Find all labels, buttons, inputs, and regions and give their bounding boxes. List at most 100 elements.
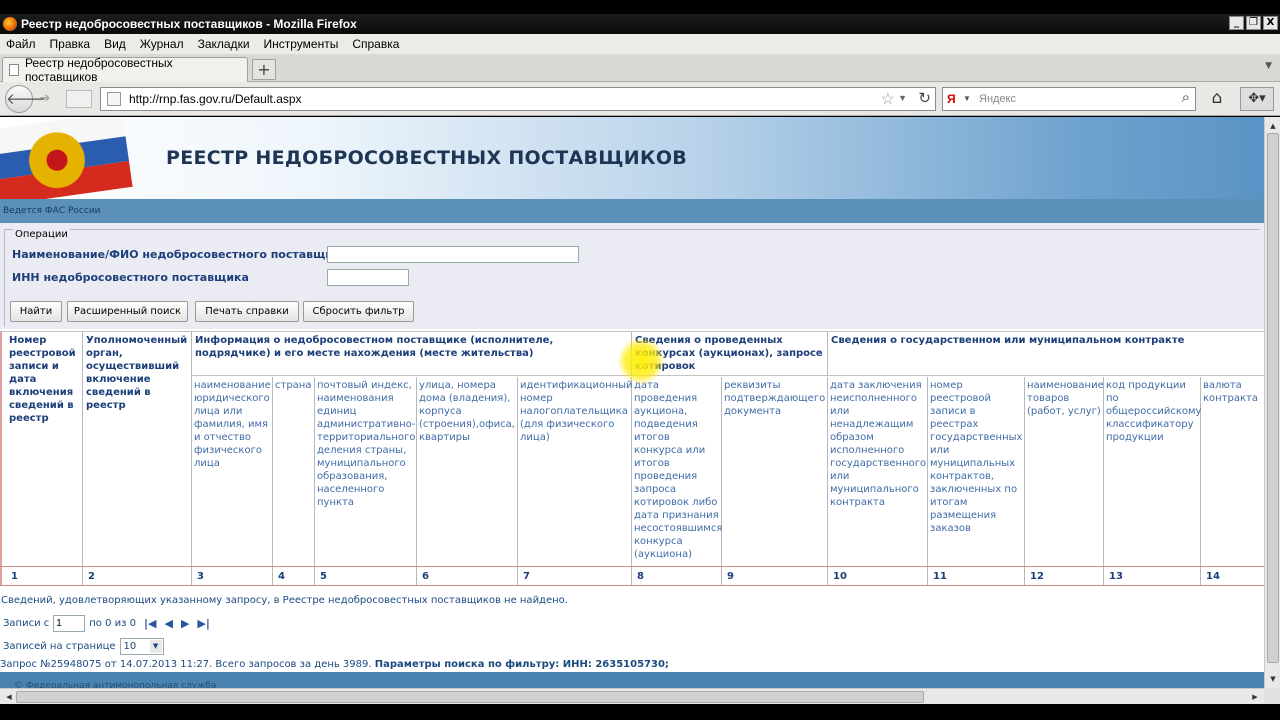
bookmark-star-icon[interactable]: ☆ [881, 89, 895, 109]
minimize-button[interactable]: _ [1229, 16, 1244, 30]
filter-params: Параметры поиска по фильтру: ИНН: 263510… [374, 659, 669, 670]
records-per-page: Записей на странице 10 ▼ [3, 637, 164, 655]
prev-page-icon[interactable]: ◀ [164, 617, 172, 630]
menu-file[interactable]: Файл [6, 37, 36, 51]
search-icon[interactable]: ⌕ [1182, 89, 1190, 106]
tab-active[interactable]: Реестр недобросовестных поставщиков [2, 56, 248, 84]
url-text: http://rnp.fas.gov.ru/Default.aspx [129, 92, 302, 106]
no-results-message: Сведений, удовлетворяющих указанному зап… [1, 595, 568, 606]
col-number: 9 [722, 567, 828, 585]
search-bar[interactable]: Я ▼ Яндекс ⌕ [942, 87, 1196, 111]
screen-bottom-edge [0, 704, 1280, 720]
records-range: по 0 из 0 [89, 617, 136, 629]
last-page-icon[interactable]: ▶| [197, 617, 209, 630]
tab-bar: Реестр недобросовестных поставщиков + ▼ [0, 54, 1280, 84]
col-header-document-details: реквизиты подтверждающего документа [722, 377, 828, 566]
col-header-legal-name: наименование юридического лица или фамил… [192, 377, 273, 566]
col-header-inn: идентификационный номер налогоплательщик… [518, 377, 633, 566]
registry-table: Номер реестровой записи и дата включения… [0, 331, 1264, 587]
vertical-scroll-thumb[interactable] [1267, 133, 1279, 663]
page-viewport: РЕЕСТР НЕДОБРОСОВЕСТНЫХ ПОСТАВЩИКОВ Веде… [0, 117, 1264, 688]
url-bar[interactable]: http://rnp.fas.gov.ru/Default.aspx ☆ ▼ ↻ [100, 87, 936, 111]
per-page-value: 10 [123, 640, 137, 652]
col-group-auction: Сведения о проведенных конкурсах (аукцио… [632, 331, 828, 376]
maximize-button[interactable]: ❐ [1246, 16, 1261, 30]
addon-menu-icon[interactable]: ✥▾ [1240, 87, 1274, 111]
back-button[interactable]: 🡐 [5, 85, 46, 113]
coat-of-arms-icon [28, 125, 86, 189]
col-header-product-code: код продукции по общероссийскому классиф… [1104, 377, 1201, 566]
firefox-icon [3, 17, 17, 31]
site-banner: РЕЕСТР НЕДОБРОСОВЕСТНЫХ ПОСТАВЩИКОВ [0, 117, 1264, 199]
name-input[interactable] [327, 246, 579, 263]
col-header-goods-name: наименование товаров (работ, услуг) [1025, 377, 1104, 566]
first-page-icon[interactable]: |◀ [144, 617, 156, 630]
col-number: 4 [273, 567, 315, 585]
request-info: Запрос №25948075 от 14.07.2013 11:27. Вс… [0, 659, 669, 670]
advanced-search-button[interactable]: Расширенный поиск [67, 301, 188, 322]
url-dropdown-icon[interactable]: ▼ [898, 93, 907, 103]
col-header-street: улица, номера дома (владения), корпуса (… [417, 377, 518, 566]
operations-panel: Операции Наименование/ФИО недобросовестн… [0, 223, 1264, 329]
col-number: 3 [192, 567, 273, 585]
pager: Записи с по 0 из 0 |◀ ◀ ▶ ▶| [3, 614, 210, 632]
menu-tools[interactable]: Инструменты [264, 37, 339, 51]
col-group-contract: Сведения о государственном или муниципал… [828, 331, 1264, 376]
records-from-input[interactable] [53, 614, 86, 632]
vertical-scrollbar[interactable]: ▲ ▼ [1264, 117, 1280, 688]
col-number: 6 [417, 567, 518, 585]
col-number: 12 [1025, 567, 1104, 585]
name-label: Наименование/ФИО недобросовестного поста… [12, 248, 348, 261]
scrollbar-corner [1264, 688, 1280, 704]
col-header-authority: Уполномоченный орган, осуществивший вклю… [83, 331, 192, 566]
search-placeholder: Яндекс [979, 93, 1016, 105]
col-header-auction-date: дата проведения аукциона, подведения ито… [632, 377, 722, 566]
reload-icon[interactable]: ↻ [918, 89, 931, 107]
col-number: 13 [1104, 567, 1201, 585]
menu-history[interactable]: Журнал [140, 37, 184, 51]
window-title: Реестр недобросовестных поставщиков - Mo… [21, 17, 357, 31]
menu-edit[interactable]: Правка [50, 37, 91, 51]
site-title: РЕЕСТР НЕДОБРОСОВЕСТНЫХ ПОСТАВЩИКОВ [166, 147, 688, 169]
scroll-right-icon[interactable]: ▶ [1248, 690, 1262, 704]
next-page-icon[interactable]: ▶ [181, 617, 189, 630]
tab-title: Реестр недобросовестных поставщиков [24, 56, 173, 84]
records-from-label: Записи с [3, 617, 50, 629]
col-number: 5 [315, 567, 417, 585]
close-button[interactable]: X [1263, 16, 1278, 30]
menu-view[interactable]: Вид [104, 37, 126, 51]
find-button[interactable]: Найти [10, 301, 62, 322]
print-certificate-button[interactable]: Печать справки [195, 301, 299, 322]
maintained-by: Ведется ФАС России [0, 199, 1264, 223]
navigation-toolbar: 🡐 ➔ http://rnp.fas.gov.ru/Default.aspx ☆… [0, 82, 1280, 116]
col-header-contract-date: дата заключения неисполненного или ненад… [828, 377, 928, 566]
inn-input[interactable] [327, 269, 409, 286]
scroll-up-icon[interactable]: ▲ [1266, 119, 1280, 133]
col-header-contract-registry-number: номер реестровой записи в реестрах госуд… [928, 377, 1025, 566]
col-number: 8 [632, 567, 722, 585]
menu-bar: Файл Правка Вид Журнал Закладки Инструме… [0, 34, 1280, 54]
home-icon[interactable]: ⌂ [1204, 87, 1230, 111]
per-page-select[interactable]: 10 ▼ [119, 637, 164, 655]
horizontal-scroll-thumb[interactable] [16, 691, 924, 703]
scroll-down-icon[interactable]: ▼ [1266, 672, 1280, 686]
col-header-registry-number: Номер реестровой записи и дата включения… [6, 331, 83, 566]
menu-help[interactable]: Справка [352, 37, 399, 51]
page-footer: © Федеральная антимонопольная служба [0, 672, 1264, 688]
col-header-country: страна [273, 377, 315, 566]
scroll-left-icon[interactable]: ◀ [2, 690, 16, 704]
col-number: 2 [83, 567, 192, 585]
menu-bookmarks[interactable]: Закладки [198, 37, 250, 51]
forward-button[interactable]: ➔ [34, 90, 56, 108]
col-header-postal-address: почтовый индекс, наименования единиц адм… [315, 377, 417, 566]
reset-filter-button[interactable]: Сбросить фильтр [303, 301, 414, 322]
col-number: 1 [6, 567, 83, 585]
new-tab-button[interactable]: + [252, 59, 276, 80]
signal-bars-icon [66, 90, 92, 108]
horizontal-scrollbar[interactable]: ◀ ▶ [0, 688, 1264, 704]
yandex-icon[interactable]: Я [947, 92, 956, 106]
search-engine-dropdown-icon[interactable]: ▼ [963, 94, 971, 103]
tab-list-icon[interactable]: ▼ [1265, 61, 1272, 71]
operations-legend: Операции [13, 229, 70, 240]
chevron-down-icon: ▼ [149, 639, 162, 653]
